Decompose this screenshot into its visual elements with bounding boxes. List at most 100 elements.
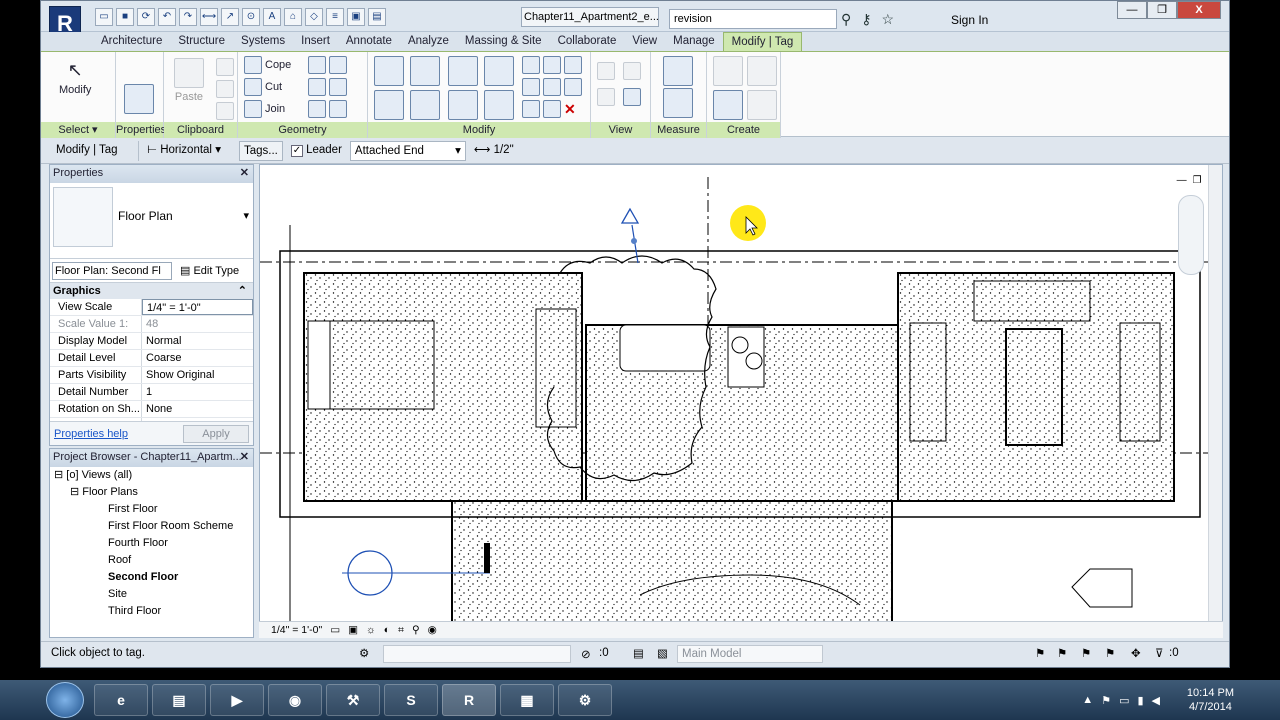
prop-row[interactable]: Rotation on Sh... None [50, 401, 253, 418]
filter-icon[interactable]: ⊽ [1155, 646, 1163, 660]
properties-help-link[interactable]: Properties help [54, 428, 128, 440]
geometry-tool-3[interactable] [308, 100, 347, 118]
close-icon[interactable]: ✕ [240, 449, 249, 466]
leader-length-input[interactable]: ⟷ 1/2" [470, 141, 598, 161]
measure-icon[interactable]: ⟷ [200, 8, 218, 26]
dimension-icon[interactable]: ↗ [221, 8, 239, 26]
mirror-axis-icon[interactable] [448, 56, 478, 86]
split-icon[interactable] [522, 56, 582, 74]
type-selector[interactable]: Floor Plan ▾ [50, 183, 253, 259]
power-icon[interactable]: ▭ [1119, 694, 1129, 707]
prop-row[interactable]: View Scale 1/4" = 1'-0" [50, 299, 253, 316]
ie-icon[interactable]: e [94, 684, 148, 716]
tab-systems[interactable]: Systems [233, 32, 293, 51]
select-underlay-icon[interactable]: ⚑ [1057, 646, 1067, 660]
array-icon[interactable] [522, 78, 582, 96]
tab-manage[interactable]: Manage [665, 32, 723, 51]
worksets-icon[interactable]: ⚙ [359, 646, 369, 660]
override-graphics-icon[interactable] [597, 88, 615, 106]
offset-icon[interactable] [410, 56, 440, 86]
view-minimize-icon[interactable]: — [1177, 175, 1187, 186]
tab-collaborate[interactable]: Collaborate [550, 32, 625, 51]
temp-hide-icon[interactable]: ⚲ [412, 622, 420, 638]
section-icon[interactable]: ◇ [305, 8, 323, 26]
app-icon[interactable]: ⚒ [326, 684, 380, 716]
mirror-draw-icon[interactable] [484, 56, 514, 86]
create-group-icon[interactable] [713, 90, 743, 120]
move-icon[interactable] [374, 90, 404, 120]
navigation-wheel-icon[interactable] [1178, 195, 1204, 275]
action-center-icon[interactable]: ⚑ [1101, 694, 1111, 707]
tree-item[interactable]: First Floor Room Scheme [50, 518, 253, 535]
join-button[interactable]: Join [244, 100, 285, 118]
design-option-dropdown[interactable]: Main Model [677, 645, 823, 663]
start-button[interactable] [46, 682, 84, 718]
select-by-face-icon[interactable]: ⚑ [1105, 646, 1115, 660]
sun-path-icon[interactable]: ☼ [366, 622, 376, 638]
close-icon[interactable]: ✕ [240, 165, 249, 182]
map-icon[interactable]: ▦ [500, 684, 554, 716]
create-similar-icon[interactable] [747, 90, 777, 120]
tag-icon[interactable]: ⊙ [242, 8, 260, 26]
revit-taskbar-icon[interactable]: R [442, 684, 496, 716]
measure-between-icon[interactable] [663, 56, 693, 86]
vertical-scrollbar[interactable] [1208, 165, 1222, 637]
tab-view[interactable]: View [624, 32, 665, 51]
delete-icon[interactable]: ✕ [522, 100, 576, 118]
tab-massing-site[interactable]: Massing & Site [457, 32, 550, 51]
close-hidden-icon[interactable]: ▣ [347, 8, 365, 26]
clock[interactable]: 10:14 PM 4/7/2014 [1187, 686, 1234, 714]
recorder-icon[interactable]: ⚙ [558, 684, 612, 716]
cope-button[interactable]: Cope [244, 56, 291, 74]
chrome-icon[interactable]: ◉ [268, 684, 322, 716]
properties-button[interactable] [124, 84, 154, 114]
tab-structure[interactable]: Structure [170, 32, 233, 51]
undo-icon[interactable]: ↶ [158, 8, 176, 26]
tree-node-views[interactable]: ⊟ [o] Views (all) [50, 467, 253, 484]
editable-only-icon[interactable]: ▧ [657, 646, 668, 660]
apply-button[interactable]: Apply [183, 424, 249, 443]
cut-button[interactable]: Cut [244, 78, 282, 96]
design-options-icon[interactable]: ▤ [633, 646, 644, 660]
tags-button[interactable]: Tags... [239, 140, 283, 161]
crop-icon[interactable]: ⌗ [398, 622, 404, 638]
linework-icon[interactable] [623, 88, 641, 106]
favorites-icon[interactable]: ☆ [882, 11, 895, 28]
view-restore-icon[interactable]: ❐ [1193, 175, 1202, 186]
match-props-icon[interactable] [216, 102, 234, 120]
copy-clip-icon[interactable] [216, 80, 234, 98]
save-icon[interactable]: ■ [116, 8, 134, 26]
drawing-canvas[interactable]: — ❐ ✕ [259, 164, 1223, 638]
lightbulb-icon[interactable] [623, 62, 641, 80]
visual-style-icon[interactable]: ▣ [348, 622, 358, 638]
subscription-icon[interactable]: ⚷ [861, 11, 871, 28]
modify-button[interactable]: ↖ Modify [59, 60, 91, 96]
volume-icon[interactable]: ◀ [1152, 694, 1160, 707]
select-panel-label[interactable]: Select ▾ [41, 122, 115, 138]
tab-architecture[interactable]: Architecture [93, 32, 170, 51]
sign-in-link[interactable]: Sign In [951, 13, 988, 27]
detail-level-icon[interactable]: ▭ [330, 622, 340, 638]
create-assembly-icon[interactable] [713, 56, 743, 86]
tab-annotate[interactable]: Annotate [338, 32, 400, 51]
tree-item[interactable]: Roof [50, 552, 253, 569]
skype-icon[interactable]: S [384, 684, 438, 716]
sync-icon[interactable]: ⟳ [137, 8, 155, 26]
prop-row[interactable]: Detail Number 1 [50, 384, 253, 401]
reveal-hidden-icon[interactable]: ◉ [428, 622, 437, 638]
binoculars-icon[interactable]: ⚲ [841, 11, 851, 28]
tray-arrow-icon[interactable]: ▲ [1082, 694, 1093, 707]
prop-row[interactable]: Parts Visibility Show Original [50, 367, 253, 384]
prop-row[interactable]: Detail Level Coarse [50, 350, 253, 367]
prop-row[interactable]: Display Model Normal [50, 333, 253, 350]
maximize-button[interactable]: ❐ [1147, 1, 1177, 19]
hide-icon[interactable] [597, 62, 615, 80]
open-icon[interactable]: ▭ [95, 8, 113, 26]
copy-icon[interactable] [410, 90, 440, 120]
shadows-icon[interactable]: ◐ [384, 622, 390, 638]
tree-item[interactable]: Third Floor [50, 603, 253, 620]
tree-item[interactable]: Site [50, 586, 253, 603]
rotate-icon[interactable] [448, 90, 478, 120]
close-button[interactable]: X [1177, 1, 1221, 19]
drag-on-select-icon[interactable]: ✥ [1131, 646, 1141, 660]
